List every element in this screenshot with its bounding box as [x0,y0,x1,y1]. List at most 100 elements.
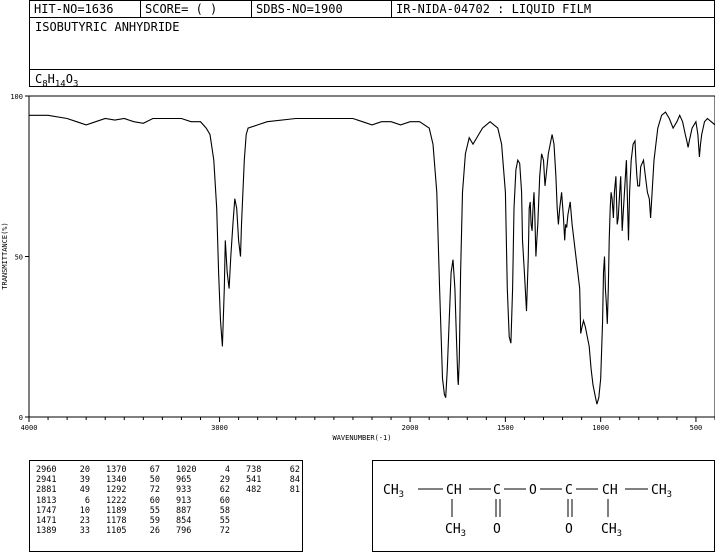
peak-row: 913 60 [176,496,230,506]
carbonyl-c-1: C [493,483,501,498]
peak-wavenumber: 1340 [106,475,127,486]
ch-left: CH [446,483,462,498]
peak-column: 738 62 541 84 482 81 [246,465,300,496]
peak-transmittance: 33 [79,526,90,537]
peak-row: 2881 49 [36,485,90,495]
peak-wavenumber: 541 [246,475,262,486]
peak-wavenumber: 2960 [36,465,57,475]
x-tick-label: 2000 [402,424,419,432]
y-tick-label: 100 [10,93,23,101]
y-tick-label: 0 [19,414,23,422]
peak-row: 541 84 [246,475,300,485]
peak-transmittance: 62 [219,485,230,496]
peak-wavenumber: 1813 [36,495,57,506]
peak-transmittance: 59 [149,516,160,527]
peak-transmittance: 50 [149,475,160,486]
x-tick-label: 1500 [497,424,514,432]
peak-transmittance: 29 [219,475,230,486]
peak-transmittance: 60 [219,495,230,506]
peak-row: 1178 59 [106,516,160,526]
ir-spectrum-chart: 0 50 100 4000 3000 2000 1500 1000 500 WAVENUMBE… [1,93,715,442]
peak-transmittance: 60 [149,495,160,506]
peak-wavenumber: 1222 [106,495,127,506]
peak-wavenumber: 1292 [106,485,127,496]
peak-transmittance: 84 [289,475,300,486]
y-tick-label: 50 [15,254,23,262]
structure-box: CH3 CH C O C CH CH3 CH3 O O CH3 [372,460,715,552]
peak-row: 965 29 [176,475,230,485]
peak-row: 1747 10 [36,506,90,516]
y-ticks: 0 50 100 [10,93,29,422]
peak-transmittance: 6 [84,495,90,506]
x-tick-label: 1000 [592,424,609,432]
peak-transmittance: 20 [79,465,90,475]
peak-wavenumber: 933 [176,485,192,496]
peak-table: 2960 20 2941 39 2881 49 1813 6 1747 10 1471 23 1389 3… [29,460,303,552]
peak-transmittance: 72 [149,485,160,496]
ch-right: CH [602,483,618,498]
peak-wavenumber: 965 [176,475,192,486]
peak-transmittance: 10 [79,505,90,516]
peak-transmittance: 4 [224,465,230,475]
peak-transmittance: 72 [219,526,230,537]
structure-diagram: CH3 CH C O C CH CH3 CH3 O O CH3 [383,483,672,539]
peak-row: 1020 4 [176,465,230,475]
peak-wavenumber: 887 [176,505,192,516]
peak-wavenumber: 854 [176,516,192,527]
peak-row: 933 62 [176,485,230,495]
x-axis-label: WAVENUMBER(-1) [332,434,391,442]
peak-wavenumber: 738 [246,465,262,475]
peak-row: 1292 72 [106,485,160,495]
peak-row: 1813 6 [36,496,90,506]
peak-row: 1189 55 [106,506,160,516]
plot-frame [28,95,715,418]
peak-transmittance: 39 [79,475,90,486]
peak-column: 1020 4 965 29 933 62 913 60 887 58 854 55 796 72 [176,465,230,536]
peak-row: 2941 39 [36,475,90,485]
carbonyl-oxygen-2: O [565,522,573,537]
x-tick-label: 3000 [211,424,228,432]
peak-wavenumber: 1020 [176,465,197,475]
peak-row: 738 62 [246,465,300,475]
x-tick-label: 500 [690,424,703,432]
bridge-oxygen: O [529,483,537,498]
ch3-left: CH3 [383,483,404,500]
peak-wavenumber: 796 [176,526,192,537]
carbonyl-c-2: C [565,483,573,498]
peak-wavenumber: 1370 [106,465,127,475]
peak-transmittance: 26 [149,526,160,537]
x-tick-label: 4000 [21,424,38,432]
peak-wavenumber: 1178 [106,516,127,527]
peak-row: 1105 26 [106,526,160,536]
peak-transmittance: 62 [289,465,300,475]
ch3-down-right: CH3 [601,522,622,539]
peak-transmittance: 81 [289,485,300,496]
y-axis-label: TRANSMITTANCE(%) [1,222,9,289]
peak-wavenumber: 2941 [36,475,57,486]
peak-row: 1471 23 [36,516,90,526]
peak-transmittance: 55 [149,505,160,516]
peak-row: 796 72 [176,526,230,536]
peak-wavenumber: 1105 [106,526,127,537]
peak-wavenumber: 2881 [36,485,57,496]
peak-row: 1222 60 [106,496,160,506]
peak-row: 1370 67 [106,465,160,475]
peak-column: 2960 20 2941 39 2881 49 1813 6 1747 10 1471 23 1389 3… [36,465,90,536]
peak-transmittance: 23 [79,516,90,527]
peak-row: 1389 33 [36,526,90,536]
peak-wavenumber: 1389 [36,526,57,537]
peak-row: 1340 50 [106,475,160,485]
peak-transmittance: 55 [219,516,230,527]
peak-transmittance: 67 [149,465,160,475]
peak-wavenumber: 1747 [36,505,57,516]
peak-row: 854 55 [176,516,230,526]
peak-transmittance: 49 [79,485,90,496]
spectrum-line [29,111,715,405]
peak-column: 1370 67 1340 50 1292 72 1222 60 1189 55 1178 59 1105… [106,465,160,536]
x-ticks: 4000 3000 2000 1500 1000 500 [21,417,715,432]
ch3-right: CH3 [651,483,672,500]
peak-row: 482 81 [246,485,300,495]
peak-wavenumber: 913 [176,495,192,506]
carbonyl-oxygen-1: O [493,522,501,537]
ch3-down-left: CH3 [445,522,466,539]
